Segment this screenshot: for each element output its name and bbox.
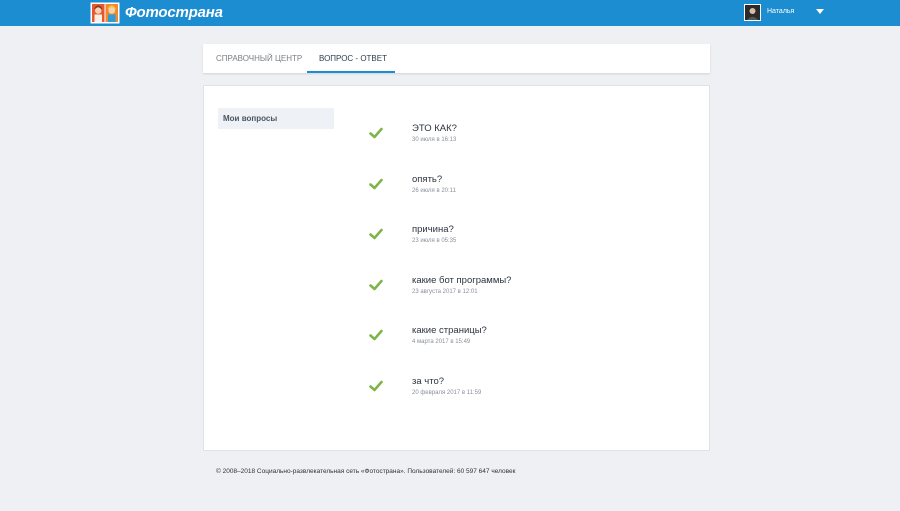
check-icon (369, 279, 383, 291)
list-item[interactable]: опять? 26 июля в 20:11 (369, 174, 669, 204)
logo-icon[interactable] (90, 2, 120, 24)
question-title[interactable]: ЭТО КАК? (412, 123, 457, 134)
tab-bar: СПРАВОЧНЫЙ ЦЕНТР ВОПРОС - ОТВЕТ (203, 44, 710, 73)
check-icon (369, 178, 383, 190)
list-item[interactable]: за что? 20 февраля 2017 в 11:59 (369, 376, 669, 406)
question-date: 23 августа 2017 в 12:01 (412, 289, 478, 295)
question-date: 30 июля в 16:13 (412, 137, 457, 143)
check-icon (369, 329, 383, 341)
question-date: 4 марта 2017 в 15:49 (412, 339, 471, 345)
check-icon (369, 127, 383, 139)
question-date: 20 февраля 2017 в 11:59 (412, 390, 482, 396)
question-title[interactable]: опять? (412, 174, 442, 185)
check-icon (369, 228, 383, 240)
question-date: 23 июля в 05:35 (412, 238, 457, 244)
list-item[interactable]: ЭТО КАК? 30 июля в 16:13 (369, 123, 669, 153)
tab-question-answer[interactable]: ВОПРОС - ОТВЕТ (319, 44, 387, 73)
question-title[interactable]: какие страницы? (412, 325, 487, 336)
avatar[interactable] (744, 4, 761, 21)
list-item[interactable]: какие страницы? 4 марта 2017 в 15:49 (369, 325, 669, 355)
list-item[interactable]: причина? 23 июля в 05:35 (369, 224, 669, 254)
footer-text: © 2008–2018 Социально-развлекательная се… (216, 468, 516, 475)
questions-panel: Мои вопросы ЭТО КАК? 30 июля в 16:13 опя… (203, 85, 710, 451)
sidebar-item-my-questions[interactable]: Мои вопросы (218, 108, 334, 129)
question-title[interactable]: какие бот программы? (412, 275, 511, 286)
username[interactable]: Наталья (767, 8, 794, 15)
question-date: 26 июля в 20:11 (412, 188, 456, 194)
logo-text[interactable]: Фотострана (125, 4, 223, 21)
tab-help-center[interactable]: СПРАВОЧНЫЙ ЦЕНТР (216, 44, 302, 73)
check-icon (369, 380, 383, 392)
question-title[interactable]: за что? (412, 376, 444, 387)
list-item[interactable]: какие бот программы? 23 августа 2017 в 1… (369, 275, 669, 305)
top-bar: Фотострана Наталья (0, 0, 900, 26)
active-tab-indicator (307, 71, 395, 73)
question-title[interactable]: причина? (412, 224, 454, 235)
chevron-down-icon[interactable] (816, 9, 824, 14)
